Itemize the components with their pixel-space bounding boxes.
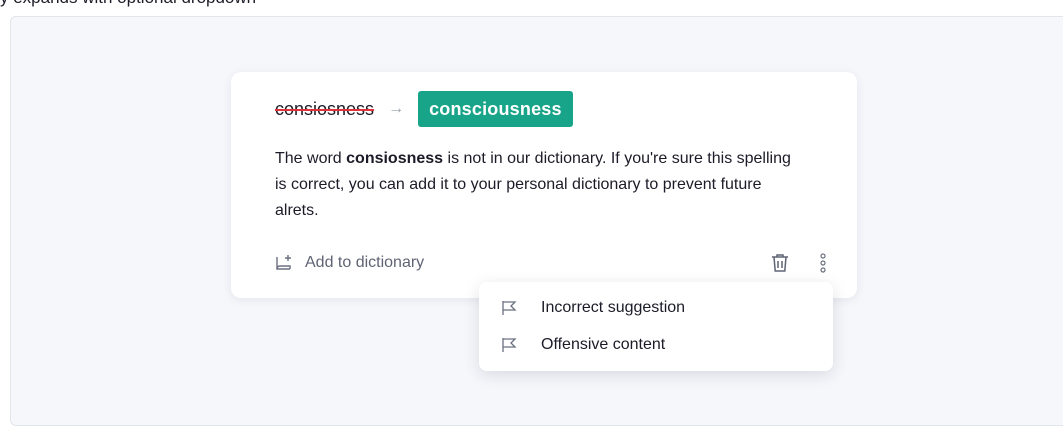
suggestion-card: consiosness → consciousness The word con…: [231, 72, 857, 298]
menu-item-label: Offensive content: [541, 336, 666, 353]
add-to-dictionary-button[interactable]: Add to dictionary: [275, 252, 424, 274]
arrow-right-icon: →: [388, 100, 405, 117]
suggestion-row: consiosness → consciousness: [275, 91, 573, 127]
page-caption: y expands with optional dropdown: [0, 0, 256, 8]
explanation-text: The word consiosness is not in our dicti…: [275, 146, 795, 224]
flag-icon: [502, 301, 517, 315]
menu-item-offensive-content[interactable]: Offensive content: [501, 333, 665, 357]
menu-item-incorrect-suggestion[interactable]: Incorrect suggestion: [501, 296, 685, 320]
dictionary-add-icon: [276, 255, 291, 270]
accept-suggestion-button[interactable]: consciousness: [418, 91, 573, 127]
add-to-dictionary-label: Add to dictionary: [305, 254, 425, 271]
explanation-before: The word: [275, 150, 347, 167]
misspelled-word: consiosness: [275, 98, 375, 119]
options-dropdown-menu: Incorrect suggestion Offensive content: [479, 282, 833, 371]
explanation-word: consiosness: [346, 150, 444, 167]
flag-icon: [502, 338, 517, 352]
trash-icon[interactable]: [768, 251, 792, 275]
more-options-icon[interactable]: [817, 251, 829, 275]
menu-item-label: Incorrect suggestion: [541, 299, 686, 316]
